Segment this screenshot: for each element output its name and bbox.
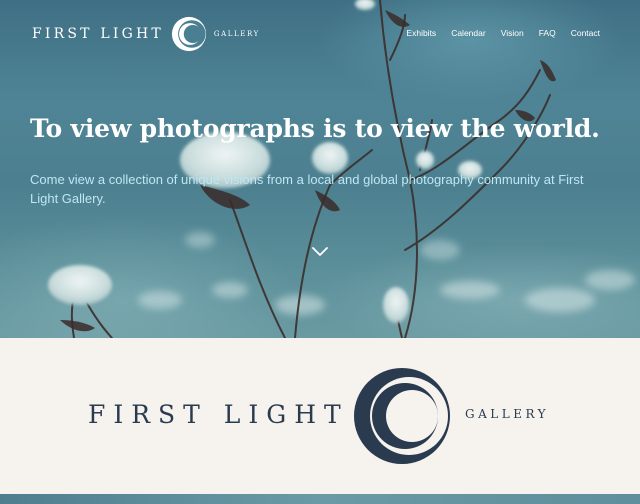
nav-item-faq[interactable]: FAQ	[539, 28, 556, 38]
nav-item-vision[interactable]: Vision	[501, 28, 524, 38]
nav-item-calendar[interactable]: Calendar	[451, 28, 486, 38]
brand-name-right: GALLERY	[465, 407, 550, 421]
nav-item-exhibits[interactable]: Exhibits	[406, 28, 436, 38]
hero-headline: To view photographs is to view the world…	[30, 114, 600, 143]
hero-subtext: Come view a collection of unique visions…	[30, 172, 584, 206]
chevron-down-icon[interactable]	[310, 245, 330, 259]
next-section-photo-strip	[0, 494, 640, 504]
brand-name-left: FIRST LIGHT	[88, 400, 349, 429]
double-crescent-logo-icon	[354, 368, 450, 464]
logo-text-left: FIRST LIGHT	[32, 26, 164, 42]
double-crescent-icon	[171, 16, 207, 52]
nav-item-contact[interactable]: Contact	[571, 28, 600, 38]
hero-section: FIRST LIGHT GALLERY Exhibits Calendar Vi…	[0, 0, 640, 338]
header-logo[interactable]: FIRST LIGHT GALLERY	[32, 14, 260, 54]
logo-text-right: GALLERY	[213, 30, 260, 38]
main-nav: Exhibits Calendar Vision FAQ Contact	[391, 28, 600, 38]
